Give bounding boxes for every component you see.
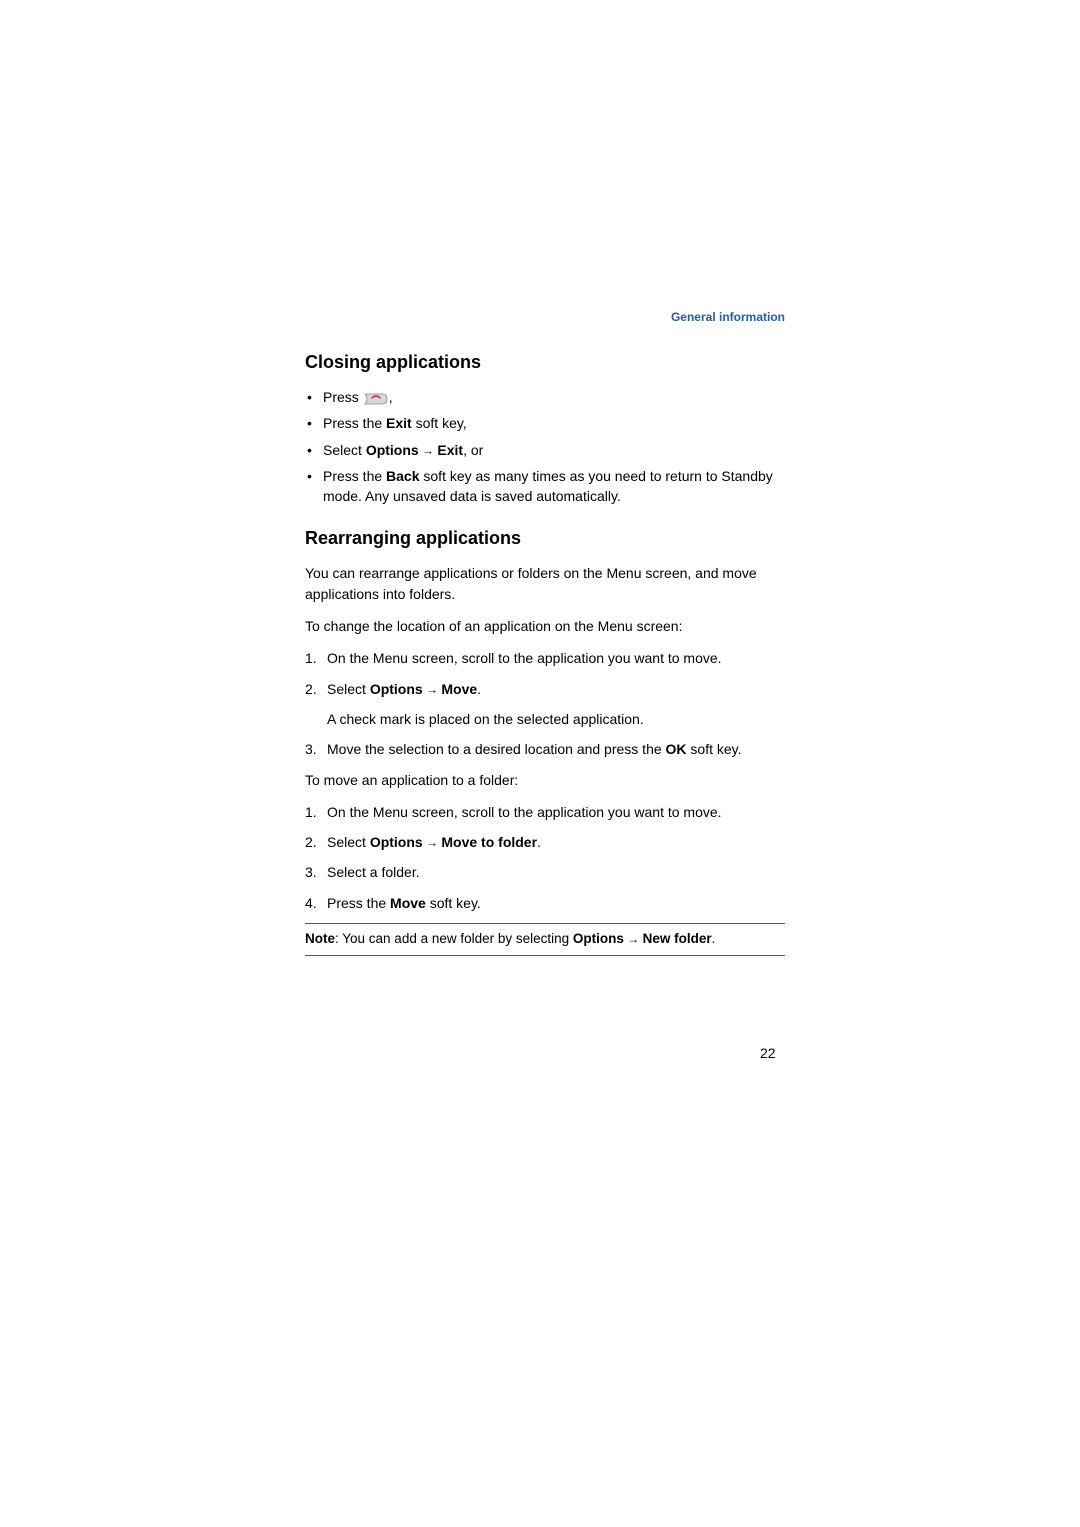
ordered-list-1b: 3. Move the selection to a desired locat… bbox=[305, 739, 785, 759]
bold-text: Move to folder bbox=[441, 834, 537, 850]
bold-text: Options bbox=[366, 442, 419, 458]
text: . bbox=[537, 834, 541, 850]
arrow-icon: → bbox=[423, 836, 442, 850]
text: Press the bbox=[323, 415, 386, 431]
list-number: 1. bbox=[305, 802, 317, 822]
section-header-link[interactable]: General information bbox=[305, 310, 785, 324]
bold-text: Options bbox=[370, 681, 423, 697]
list-item: 3. Move the selection to a desired locat… bbox=[305, 739, 785, 759]
list-number: 2. bbox=[305, 832, 317, 852]
bold-text: Move bbox=[390, 895, 426, 911]
bold-text: Move bbox=[441, 681, 477, 697]
list-item: Press the Exit soft key, bbox=[305, 413, 785, 433]
text: soft key. bbox=[687, 741, 742, 757]
page-number: 22 bbox=[760, 1045, 776, 1061]
paragraph: To move an application to a folder: bbox=[305, 770, 785, 790]
note-box: Note: You can add a new folder by select… bbox=[305, 923, 785, 956]
bold-text: New folder bbox=[643, 931, 712, 946]
ordered-list-2: 1. On the Menu screen, scroll to the app… bbox=[305, 802, 785, 913]
text: , or bbox=[463, 442, 483, 458]
list-item: 2. Select Options → Move. bbox=[305, 679, 785, 699]
arrow-icon: → bbox=[624, 932, 643, 946]
list-item: Press the Back soft key as many times as… bbox=[305, 466, 785, 507]
list-item: 4. Press the Move soft key. bbox=[305, 893, 785, 913]
text: On the Menu screen, scroll to the applic… bbox=[327, 804, 722, 820]
arrow-icon: → bbox=[423, 682, 442, 696]
text: soft key, bbox=[412, 415, 467, 431]
bold-text: Back bbox=[386, 468, 419, 484]
bold-text: Exit bbox=[386, 415, 412, 431]
text: soft key. bbox=[426, 895, 481, 911]
list-item: Press , bbox=[305, 387, 785, 407]
list-number: 3. bbox=[305, 739, 317, 759]
arrow-icon: → bbox=[419, 443, 438, 457]
list-item: 1. On the Menu screen, scroll to the app… bbox=[305, 648, 785, 668]
text: , bbox=[389, 389, 393, 405]
bold-text: OK bbox=[666, 741, 687, 757]
heading-closing-applications: Closing applications bbox=[305, 352, 785, 373]
page-content: General information Closing applications… bbox=[305, 310, 785, 956]
bold-text: Note bbox=[305, 931, 335, 946]
list-number: 4. bbox=[305, 893, 317, 913]
text: Select a folder. bbox=[327, 864, 420, 880]
heading-rearranging-applications: Rearranging applications bbox=[305, 528, 785, 549]
text: . bbox=[477, 681, 481, 697]
bold-text: Exit bbox=[437, 442, 463, 458]
sub-paragraph: A check mark is placed on the selected a… bbox=[305, 709, 785, 729]
list-number: 2. bbox=[305, 679, 317, 699]
text: Press the bbox=[327, 895, 390, 911]
paragraph: You can rearrange applications or folder… bbox=[305, 563, 785, 604]
bold-text: Options bbox=[370, 834, 423, 850]
text: On the Menu screen, scroll to the applic… bbox=[327, 650, 722, 666]
paragraph: To change the location of an application… bbox=[305, 616, 785, 636]
text: Press bbox=[323, 389, 363, 405]
text: Select bbox=[327, 681, 370, 697]
list-number: 1. bbox=[305, 648, 317, 668]
text: : You can add a new folder by selecting bbox=[335, 931, 573, 946]
list-item: Select Options → Exit, or bbox=[305, 440, 785, 460]
text: Select bbox=[327, 834, 370, 850]
text: Select bbox=[323, 442, 366, 458]
list-item: 1. On the Menu screen, scroll to the app… bbox=[305, 802, 785, 822]
list-item: 2. Select Options → Move to folder. bbox=[305, 832, 785, 852]
list-item: 3. Select a folder. bbox=[305, 862, 785, 882]
bold-text: Options bbox=[573, 931, 624, 946]
ordered-list-1: 1. On the Menu screen, scroll to the app… bbox=[305, 648, 785, 699]
end-key-icon bbox=[363, 391, 389, 405]
list-number: 3. bbox=[305, 862, 317, 882]
text: . bbox=[712, 931, 716, 946]
text: Move the selection to a desired location… bbox=[327, 741, 666, 757]
text: Press the bbox=[323, 468, 386, 484]
closing-list: Press , Press the Exit soft key, Select … bbox=[305, 387, 785, 506]
